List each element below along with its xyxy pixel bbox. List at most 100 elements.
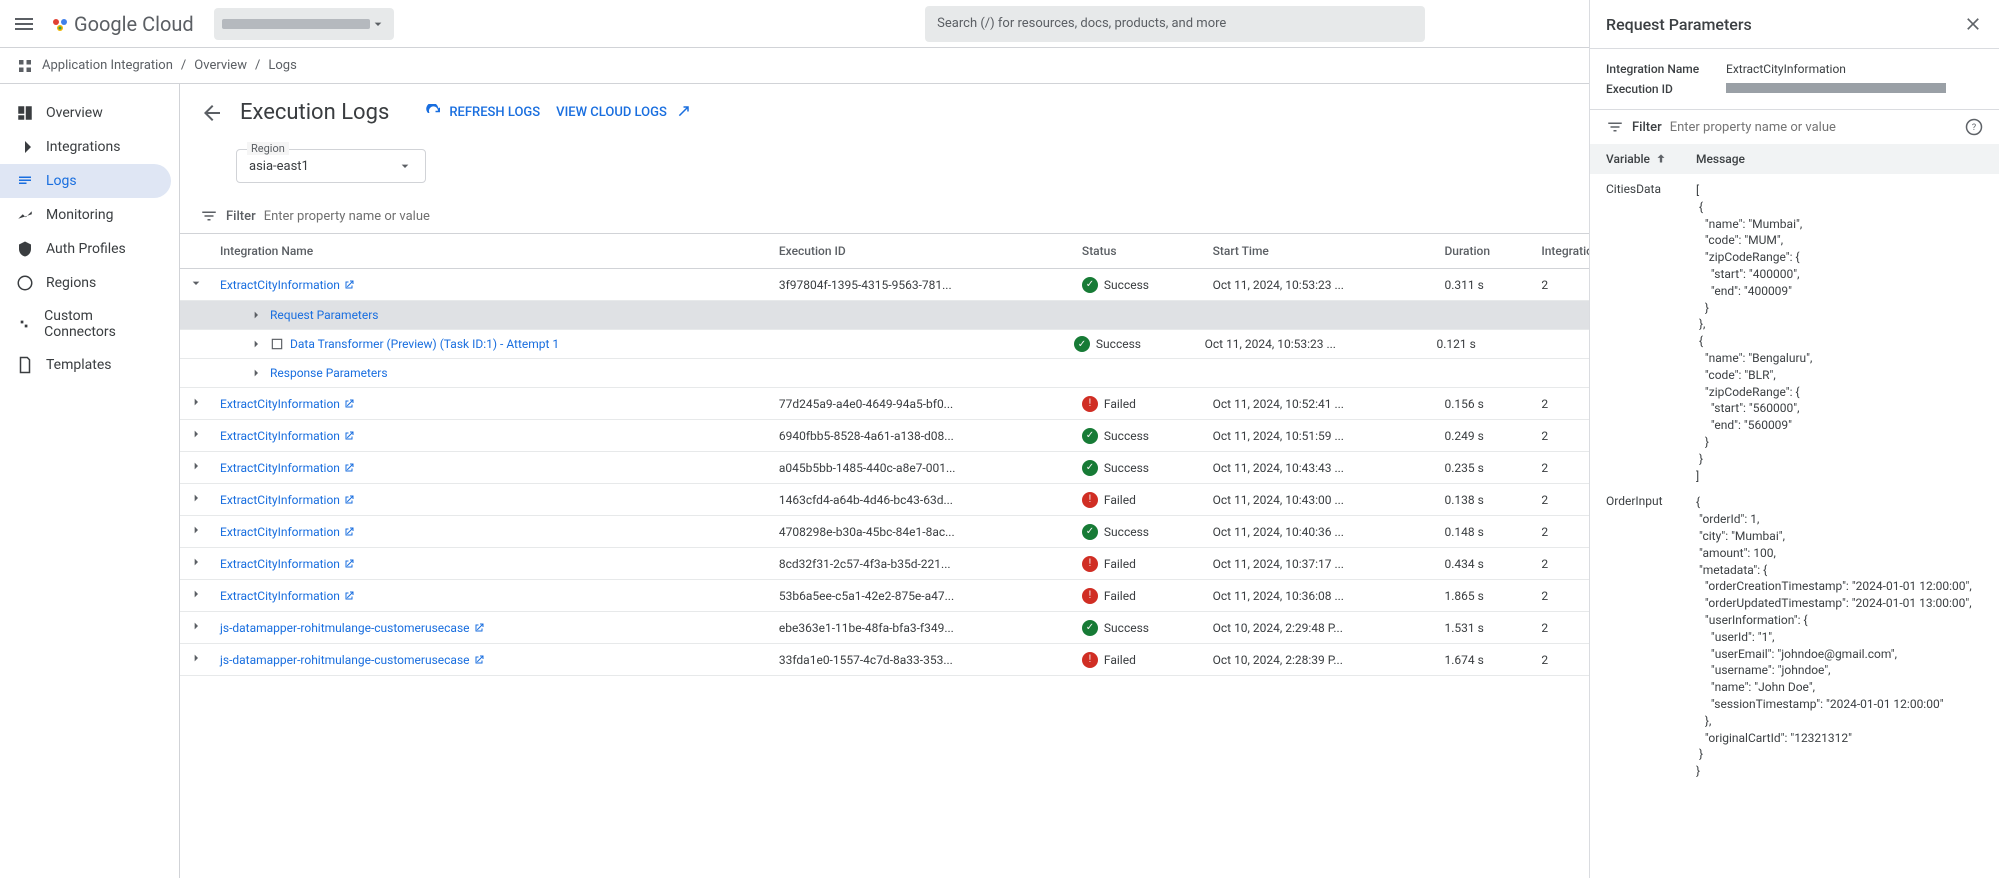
external-link-icon bbox=[343, 430, 355, 442]
failed-icon: ! bbox=[1082, 396, 1098, 412]
start-time: Oct 11, 2024, 10:43:43 ... bbox=[1205, 452, 1437, 484]
integration-name-link[interactable]: ExtractCityInformation bbox=[220, 278, 340, 292]
breadcrumb-app[interactable]: Application Integration bbox=[42, 58, 173, 73]
expand-icon[interactable] bbox=[188, 490, 204, 506]
external-link-icon bbox=[343, 526, 355, 538]
view-cloud-logs-button[interactable]: VIEW CLOUD LOGS bbox=[556, 104, 691, 122]
external-link-icon bbox=[473, 622, 485, 634]
integration-name-link[interactable]: ExtractCityInformation bbox=[220, 557, 340, 571]
failed-icon: ! bbox=[1082, 556, 1098, 572]
logo[interactable]: Google Cloud bbox=[48, 12, 194, 36]
expand-icon[interactable] bbox=[188, 554, 204, 570]
expand-icon[interactable] bbox=[188, 458, 204, 474]
refresh-logs-button[interactable]: REFRESH LOGS bbox=[425, 104, 540, 122]
duration: 0.311 s bbox=[1436, 269, 1533, 301]
integration-name-link[interactable]: ExtractCityInformation bbox=[220, 429, 340, 443]
back-icon[interactable] bbox=[200, 101, 224, 125]
filter-label: Filter bbox=[226, 209, 256, 224]
expand-icon[interactable] bbox=[248, 307, 264, 323]
column-header[interactable]: Integration Name bbox=[212, 234, 771, 269]
sidebar-item-monitoring[interactable]: Monitoring bbox=[0, 198, 171, 232]
breadcrumb-logs[interactable]: Logs bbox=[268, 58, 296, 73]
status: !Failed bbox=[1074, 548, 1205, 580]
external-link-icon bbox=[343, 279, 355, 291]
integration-name-link[interactable]: ExtractCityInformation bbox=[220, 493, 340, 507]
region-value: asia-east1 bbox=[249, 159, 309, 174]
external-link-icon bbox=[343, 398, 355, 410]
column-header[interactable]: Status bbox=[1074, 234, 1205, 269]
breadcrumb-overview[interactable]: Overview bbox=[194, 58, 247, 73]
external-link-icon bbox=[343, 558, 355, 570]
expand-icon[interactable] bbox=[248, 365, 264, 381]
expand-icon[interactable] bbox=[188, 586, 204, 602]
task-icon bbox=[270, 337, 284, 351]
subrow-link[interactable]: Data Transformer (Preview) (Task ID:1) -… bbox=[290, 337, 559, 351]
integration-name-link[interactable]: js-datamapper-rohitmulange-customeruseca… bbox=[220, 621, 470, 635]
expand-icon[interactable] bbox=[188, 522, 204, 538]
subrow-link[interactable]: Request Parameters bbox=[270, 308, 378, 322]
execution-id: 1463cfd4-a64b-4d46-bc43-63d... bbox=[771, 484, 1074, 516]
expand-icon[interactable] bbox=[188, 618, 204, 634]
sidebar-item-custom-connectors[interactable]: Custom Connectors bbox=[0, 300, 171, 348]
integration-name-link[interactable]: ExtractCityInformation bbox=[220, 397, 340, 411]
duration: 0.249 s bbox=[1436, 420, 1533, 452]
variable-row: OrderInput{ "orderId": 1, "city": "Mumba… bbox=[1606, 494, 1983, 780]
page-title: Execution Logs bbox=[240, 100, 389, 125]
start-time: Oct 11, 2024, 10:43:00 ... bbox=[1205, 484, 1437, 516]
help-icon[interactable]: ? bbox=[1965, 118, 1983, 136]
integration-name-label: Integration Name bbox=[1606, 62, 1726, 76]
execution-id-label: Execution ID bbox=[1606, 82, 1726, 96]
integration-icon bbox=[16, 57, 34, 75]
project-selector[interactable] bbox=[214, 8, 394, 40]
execution-id: 33fda1e0-1557-4c7d-8a33-353... bbox=[771, 644, 1074, 676]
region-label: Region bbox=[247, 142, 289, 155]
integration-name-link[interactable]: ExtractCityInformation bbox=[220, 461, 340, 475]
expand-icon[interactable] bbox=[188, 426, 204, 442]
variable-column-header[interactable]: Variable bbox=[1606, 152, 1696, 166]
start-time: Oct 11, 2024, 10:51:59 ... bbox=[1205, 420, 1437, 452]
message-column-header[interactable]: Message bbox=[1696, 152, 1983, 166]
external-link-icon bbox=[343, 590, 355, 602]
column-header[interactable]: Start Time bbox=[1205, 234, 1437, 269]
success-icon: ✓ bbox=[1082, 428, 1098, 444]
filter-icon bbox=[1606, 118, 1624, 136]
sidebar-item-overview[interactable]: Overview bbox=[0, 96, 171, 130]
duration: 0.148 s bbox=[1436, 516, 1533, 548]
variable-message: { "orderId": 1, "city": "Mumbai", "amoun… bbox=[1696, 494, 1983, 780]
start-time: Oct 10, 2024, 2:28:39 P... bbox=[1205, 644, 1437, 676]
sidebar-item-logs[interactable]: Logs bbox=[0, 164, 171, 198]
failed-icon: ! bbox=[1082, 652, 1098, 668]
column-header[interactable]: Execution ID bbox=[771, 234, 1074, 269]
sidebar-item-integrations[interactable]: Integrations bbox=[0, 130, 171, 164]
subrow-link[interactable]: Response Parameters bbox=[270, 366, 388, 380]
success-icon: ✓ bbox=[1082, 460, 1098, 476]
expand-icon[interactable] bbox=[248, 336, 264, 352]
execution-id-value bbox=[1726, 82, 1983, 96]
sidebar-item-templates[interactable]: Templates bbox=[0, 348, 171, 382]
hamburger-icon[interactable] bbox=[12, 12, 36, 36]
integration-name-link[interactable]: ExtractCityInformation bbox=[220, 525, 340, 539]
panel-title: Request Parameters bbox=[1606, 15, 1752, 34]
region-select[interactable]: Region asia-east1 bbox=[236, 149, 426, 183]
sidebar-item-regions[interactable]: Regions bbox=[0, 266, 171, 300]
integration-name-link[interactable]: ExtractCityInformation bbox=[220, 589, 340, 603]
integration-name-link[interactable]: js-datamapper-rohitmulange-customeruseca… bbox=[220, 653, 470, 667]
panel-filter[interactable]: Filter ? bbox=[1590, 110, 1999, 144]
variable-row: CitiesData[ { "name": "Mumbai", "code": … bbox=[1606, 182, 1983, 484]
column-header[interactable]: Duration bbox=[1436, 234, 1533, 269]
start-time: Oct 11, 2024, 10:36:08 ... bbox=[1205, 580, 1437, 612]
close-icon[interactable] bbox=[1963, 14, 1983, 34]
expand-icon[interactable] bbox=[188, 394, 204, 410]
panel-filter-input[interactable] bbox=[1670, 120, 1957, 135]
duration: 0.235 s bbox=[1436, 452, 1533, 484]
expand-icon[interactable] bbox=[188, 650, 204, 666]
start-time: Oct 11, 2024, 10:40:36 ... bbox=[1205, 516, 1437, 548]
collapse-icon[interactable] bbox=[188, 275, 204, 291]
svg-text:?: ? bbox=[1972, 123, 1976, 133]
duration: 0.138 s bbox=[1436, 484, 1533, 516]
global-search[interactable]: Search (/) for resources, docs, products… bbox=[925, 6, 1425, 42]
sidebar-item-auth-profiles[interactable]: Auth Profiles bbox=[0, 232, 171, 266]
success-icon: ✓ bbox=[1082, 620, 1098, 636]
start-time: Oct 11, 2024, 10:53:23 ... bbox=[1205, 269, 1437, 301]
failed-icon: ! bbox=[1082, 492, 1098, 508]
